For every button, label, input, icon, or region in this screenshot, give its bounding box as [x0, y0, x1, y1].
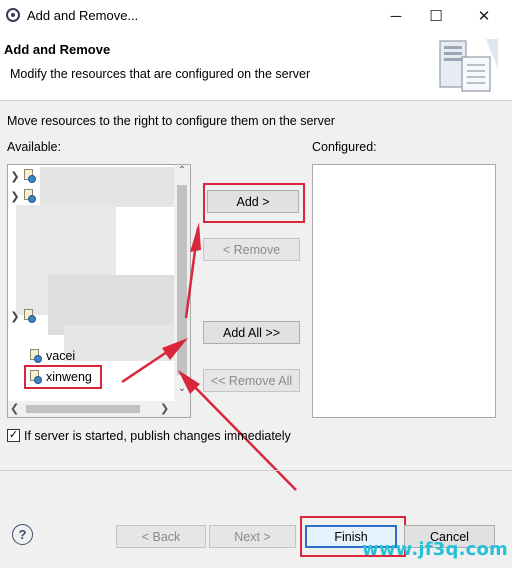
annotation-arrows	[121, 222, 297, 491]
publish-checkbox[interactable]: ✓	[7, 429, 20, 442]
watermark: www.jf3q.com	[361, 539, 508, 560]
back-button[interactable]: < Back	[116, 525, 206, 548]
footer-divider	[0, 470, 512, 471]
next-button[interactable]: Next >	[209, 525, 296, 548]
help-icon[interactable]: ?	[12, 524, 33, 545]
publish-label: If server is started, publish changes im…	[24, 429, 291, 443]
